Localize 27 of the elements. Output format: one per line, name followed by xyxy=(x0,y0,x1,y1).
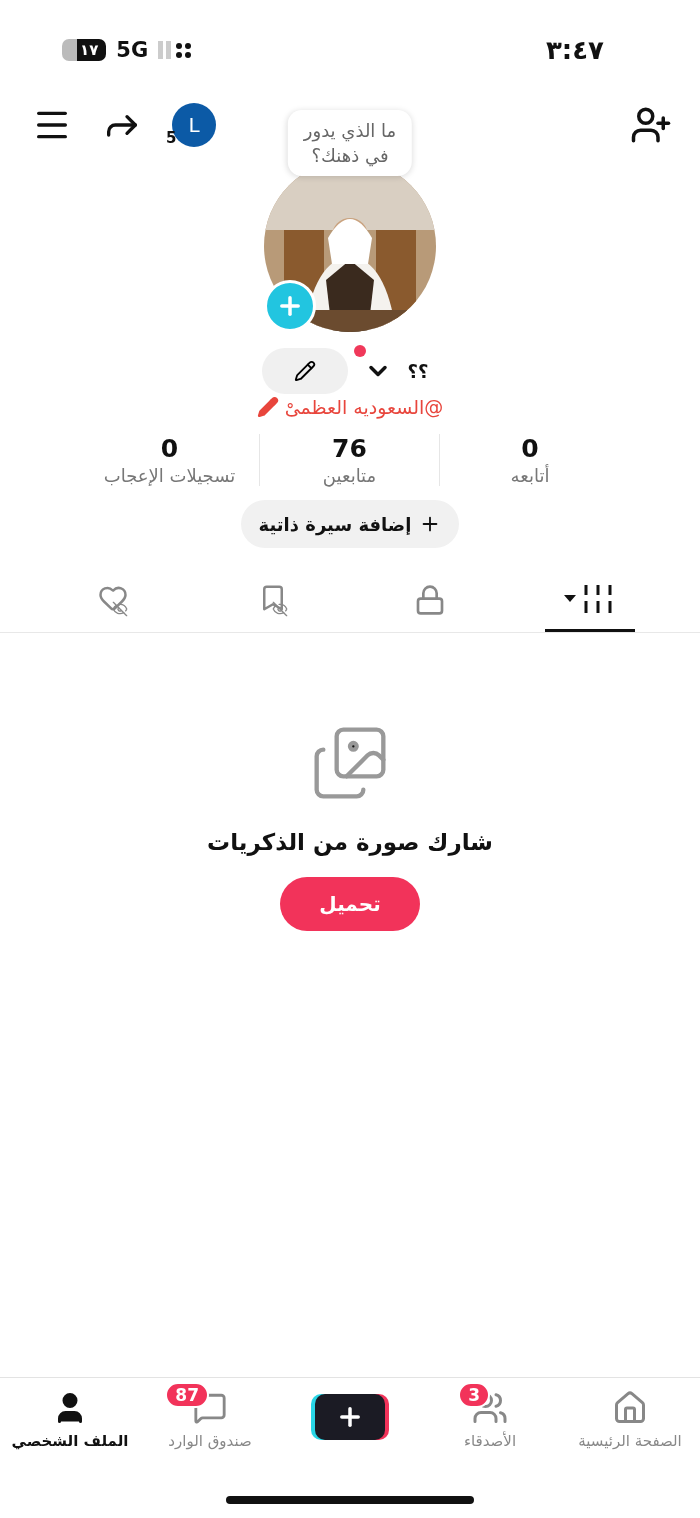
upload-button[interactable]: تحميل xyxy=(280,877,420,931)
bubble-text: ما الذي يدور xyxy=(303,119,397,144)
battery-level: ١٧ xyxy=(62,39,107,61)
bio-label: إضافة سيرة ذاتية xyxy=(258,513,412,535)
stat-value: 0 xyxy=(521,434,539,463)
stat-value: 76 xyxy=(332,434,367,463)
lock-icon xyxy=(414,583,446,616)
thought-bubble[interactable]: ما الذي يدور في ذهنك؟ xyxy=(287,110,413,177)
username: @السعوديه العظمىْ xyxy=(284,396,444,418)
profile-name: ؟؟ xyxy=(407,360,429,382)
stat-value: 0 xyxy=(160,434,179,463)
nav-item[interactable]: الصفحة الرئيسية xyxy=(560,1388,700,1450)
clock-time: ٣:٤٧ xyxy=(546,35,604,65)
pencil-icon[interactable] xyxy=(256,396,279,418)
empty-message: شارك صورة من الذكريات xyxy=(207,829,493,855)
stat-label: تسجيلات الإعجاب xyxy=(103,465,236,486)
count-badge: 87 xyxy=(165,1382,209,1408)
home-icon xyxy=(612,1390,648,1426)
stat-label: أتابعه xyxy=(510,465,550,486)
bubble-text: في ذهنك؟ xyxy=(310,144,390,169)
pencil-icon xyxy=(293,360,316,382)
add-bio-button[interactable]: إضافة سيرة ذاتية xyxy=(240,500,460,548)
nav-item[interactable]: الملف الشخصي xyxy=(0,1388,140,1450)
count-badge: 3 xyxy=(458,1382,490,1408)
stat-label: متابعين xyxy=(322,465,377,486)
network-type: 5G xyxy=(116,38,149,62)
edit-profile-button[interactable] xyxy=(261,348,348,394)
